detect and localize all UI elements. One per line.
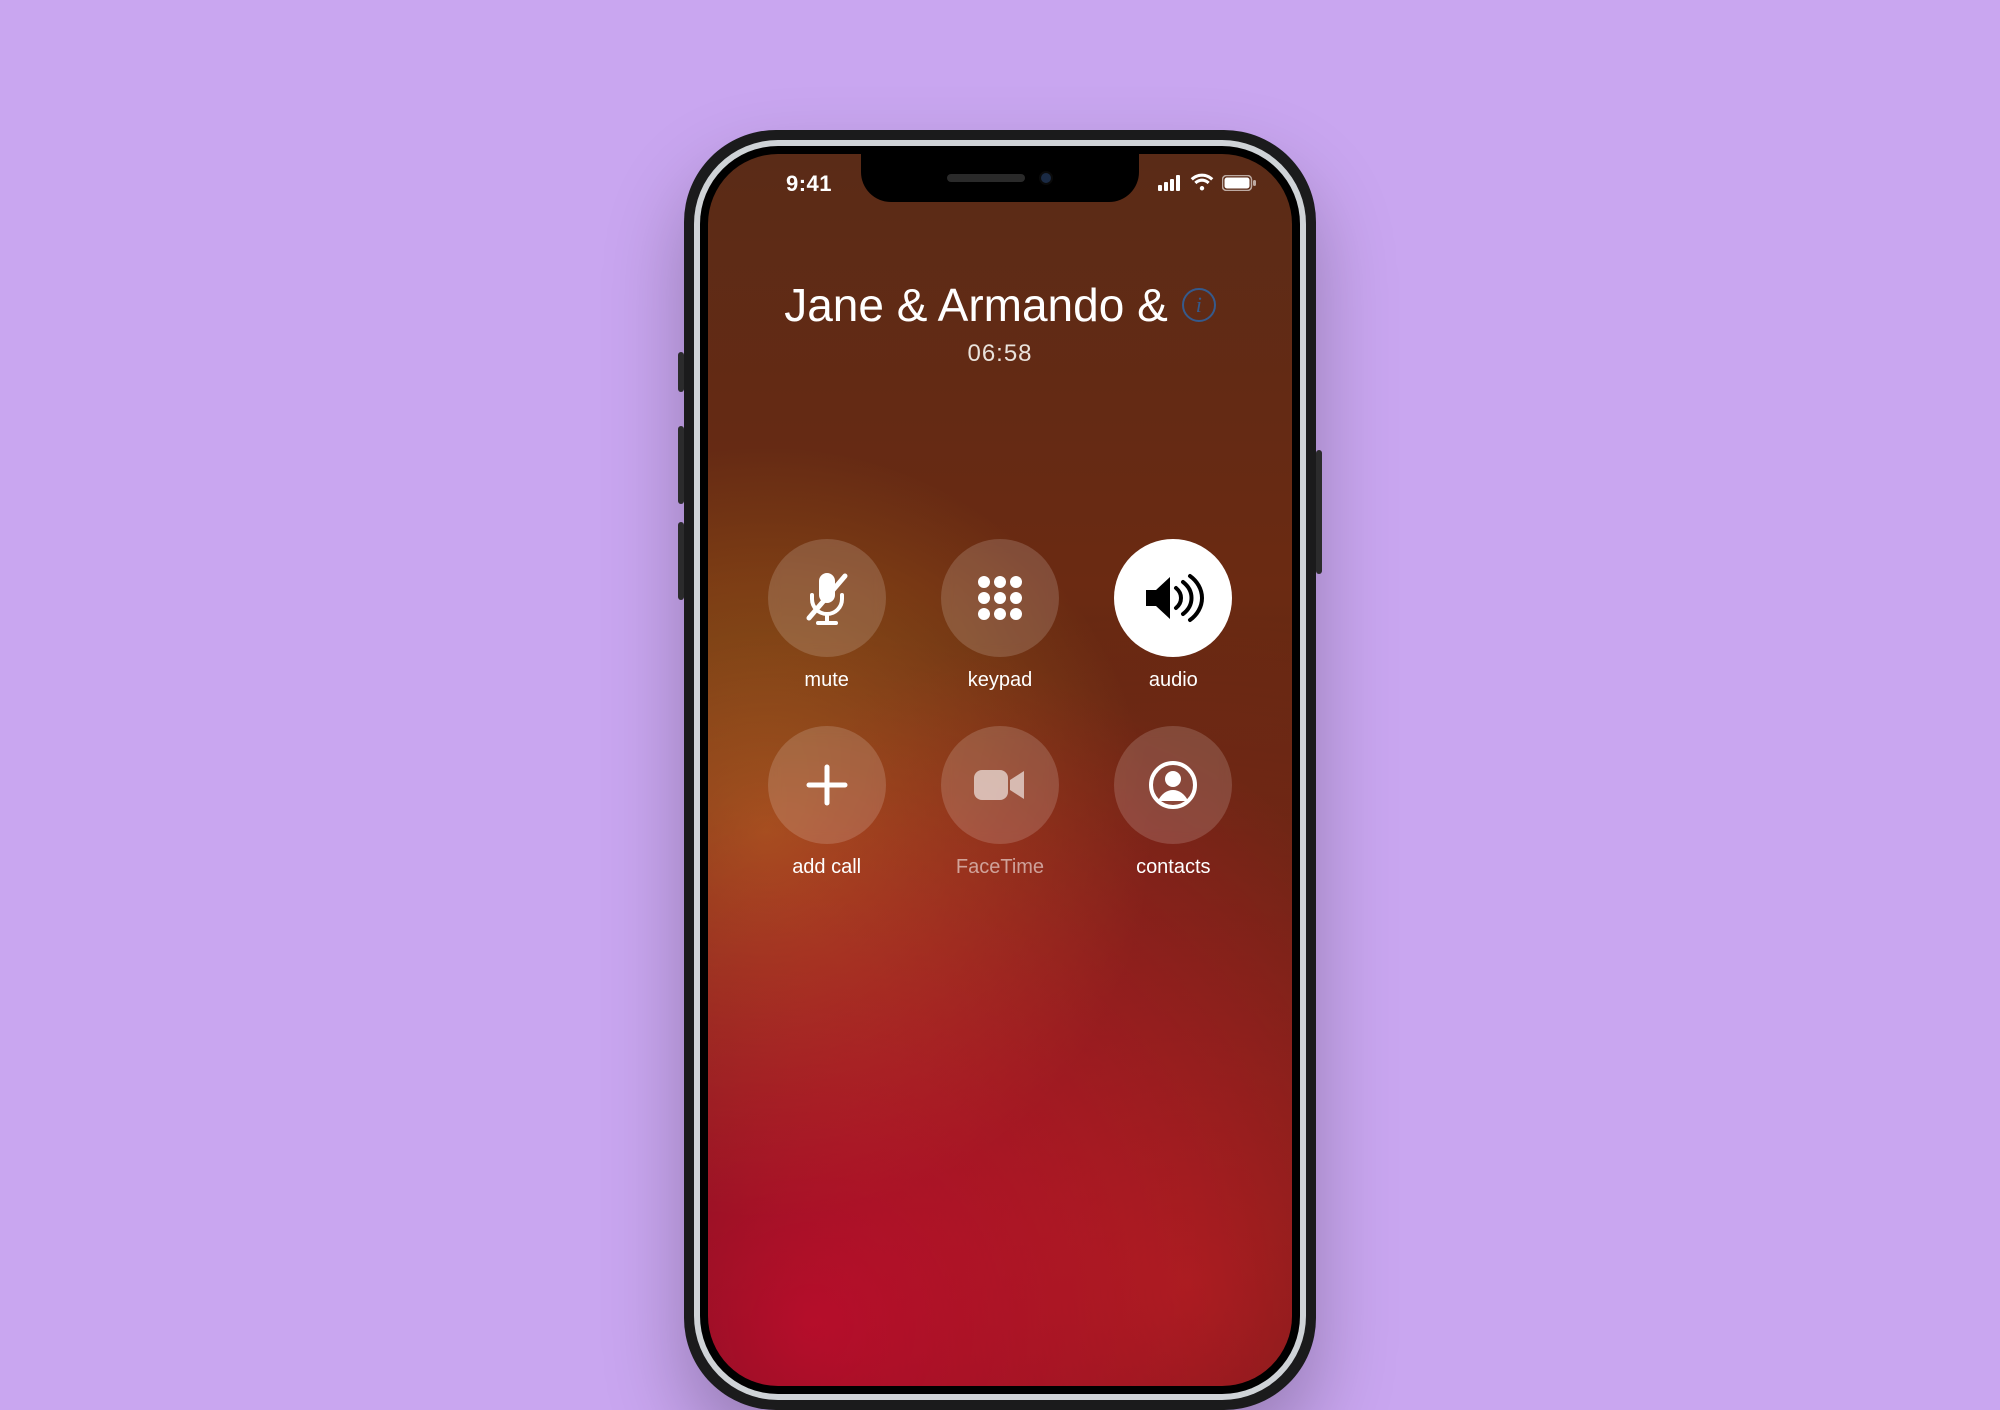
facetime-label: FaceTime	[956, 856, 1044, 879]
mute-label: mute	[804, 669, 848, 692]
phone-screen: 9:41	[708, 154, 1292, 1386]
add-call-button[interactable]: add call	[768, 726, 886, 879]
contacts-button[interactable]: contacts	[1114, 726, 1232, 879]
contacts-label: contacts	[1136, 856, 1210, 879]
battery-icon	[1222, 171, 1256, 197]
phone-frame: 9:41	[684, 130, 1316, 1410]
volume-up-button[interactable]	[678, 426, 684, 504]
speaker-icon	[1142, 573, 1204, 623]
mute-icon	[800, 569, 854, 627]
add-call-label: add call	[792, 856, 861, 879]
status-bar: 9:41	[708, 154, 1292, 214]
call-duration: 06:58	[708, 340, 1292, 368]
plus-icon	[803, 761, 851, 809]
caller-name: Jane & Armando &	[784, 278, 1168, 332]
info-button[interactable]: i	[1182, 288, 1216, 322]
volume-down-button[interactable]	[678, 522, 684, 600]
status-time: 9:41	[744, 171, 874, 197]
keypad-label: keypad	[968, 669, 1033, 692]
keypad-button[interactable]: keypad	[941, 539, 1059, 692]
silence-switch[interactable]	[678, 352, 684, 392]
keypad-icon	[974, 572, 1026, 624]
cellular-icon	[1158, 171, 1182, 197]
mute-button[interactable]: mute	[768, 539, 886, 692]
power-button[interactable]	[1316, 450, 1322, 574]
wifi-icon	[1190, 171, 1214, 197]
facetime-button[interactable]: FaceTime	[941, 726, 1059, 879]
audio-label: audio	[1149, 669, 1198, 692]
call-header: Jane & Armando & i 06:58	[708, 278, 1292, 368]
audio-button[interactable]: audio	[1114, 539, 1232, 692]
video-icon	[972, 766, 1028, 804]
contacts-icon	[1147, 759, 1199, 811]
call-actions: mute keypad	[760, 539, 1240, 879]
